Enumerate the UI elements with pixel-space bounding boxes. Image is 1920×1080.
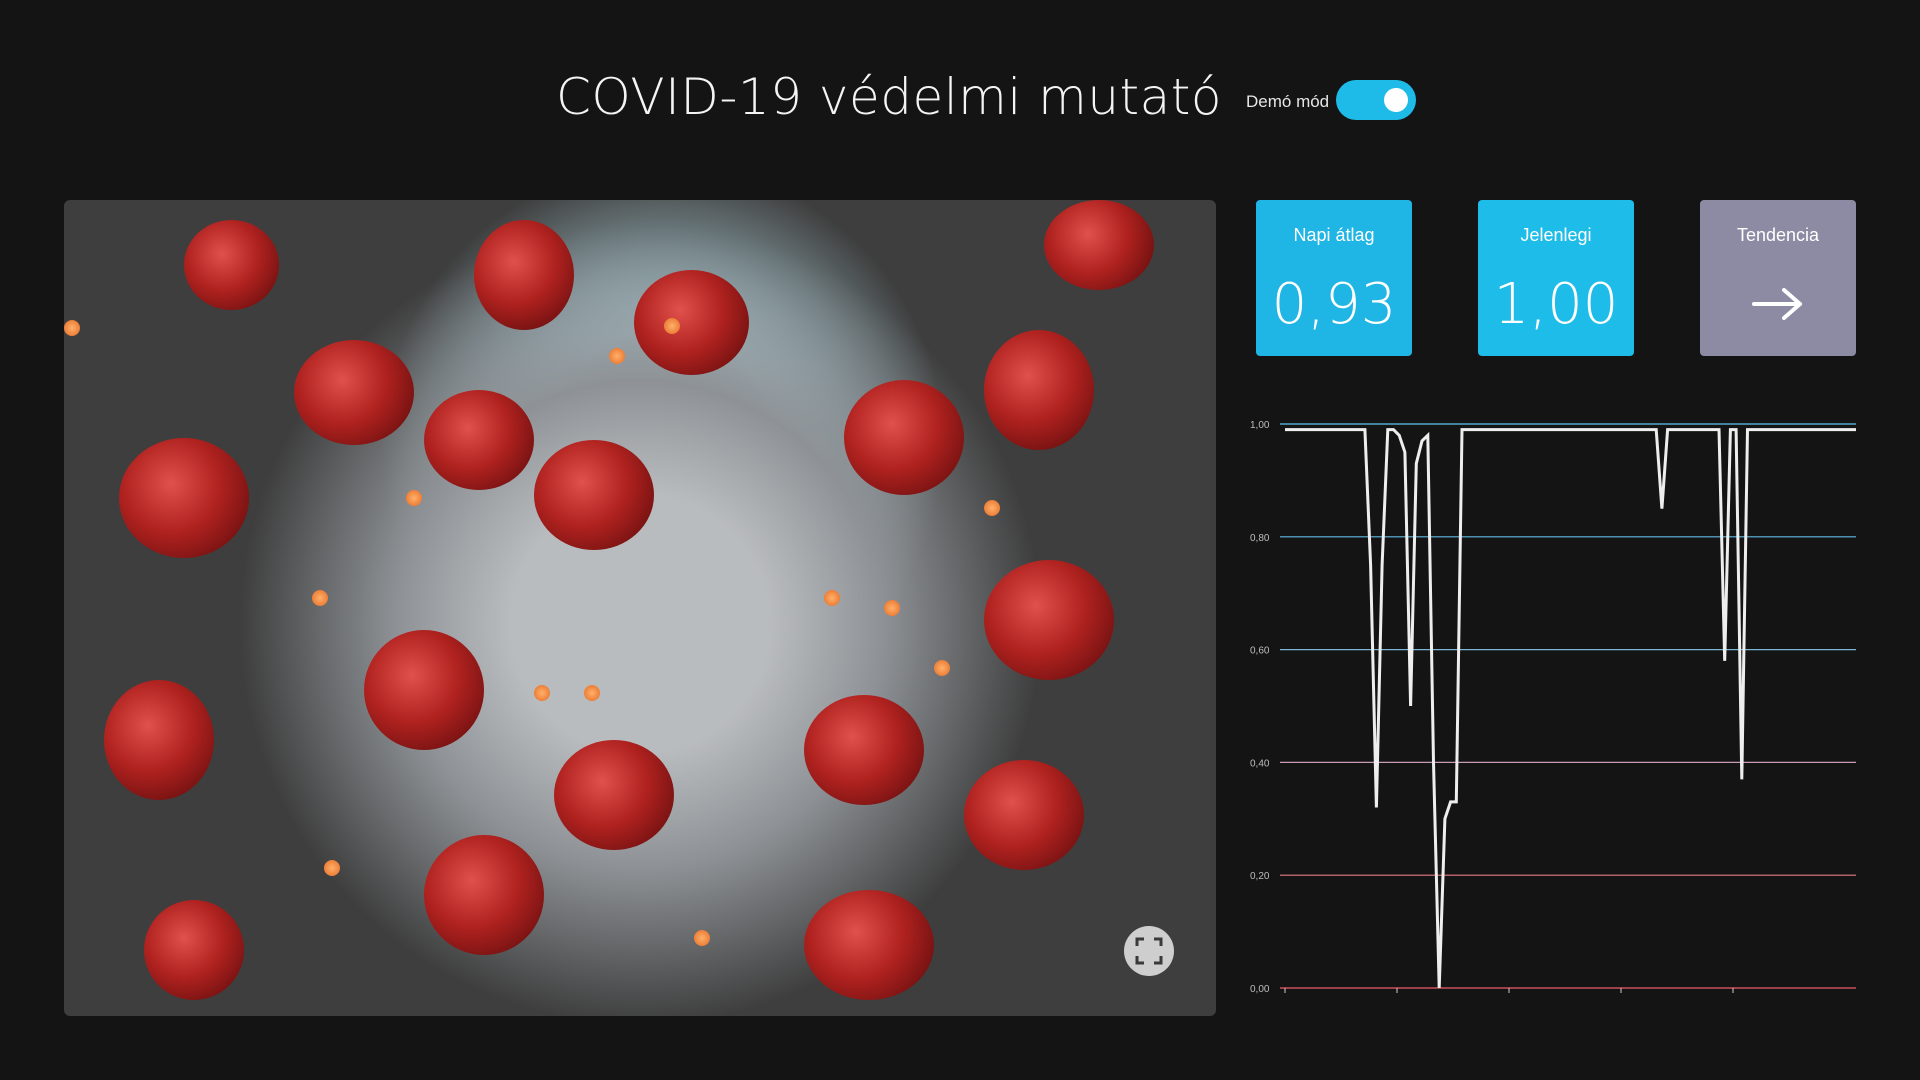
membrane-spot <box>884 600 900 616</box>
expand-icon <box>1135 937 1163 965</box>
membrane-spot <box>584 685 600 701</box>
card-label: Tendencia <box>1736 225 1820 245</box>
arrow-right-icon <box>1752 288 1802 320</box>
protection-chart: 1,00 0,80 0,60 0,40 0,20 0,00 <box>1250 420 1856 995</box>
spike-protein <box>554 740 674 850</box>
card-value: 0,93 <box>1271 272 1397 337</box>
y-tick-label: 0,60 <box>1250 646 1270 657</box>
spike-protein <box>984 330 1094 450</box>
card-label: Jelenlegi <box>1520 225 1592 245</box>
spike-protein <box>1044 200 1154 290</box>
y-tick-label: 0,00 <box>1250 984 1270 995</box>
spike-protein <box>984 560 1114 680</box>
trend-card: Tendencia <box>1700 200 1856 356</box>
y-tick-label: 1,00 <box>1250 420 1270 431</box>
membrane-spot <box>534 685 550 701</box>
chart-grid: 1,00 0,80 0,60 0,40 0,20 0,00 <box>1250 420 1856 995</box>
membrane-spot <box>312 590 328 606</box>
virus-image-panel <box>64 200 1216 1016</box>
spike-protein <box>184 220 279 310</box>
spike-protein <box>424 390 534 490</box>
page-title: COVID-19 védelmi mutató <box>556 68 1222 126</box>
membrane-spot <box>984 500 1000 516</box>
chart-x-ticks <box>1284 988 1734 993</box>
spike-protein <box>804 695 924 805</box>
demo-mode-label: Demó mód <box>1246 92 1330 111</box>
y-tick-label: 0,40 <box>1250 758 1270 769</box>
spike-protein <box>534 440 654 550</box>
spike-protein <box>474 220 574 330</box>
spike-protein <box>634 270 749 375</box>
membrane-spot <box>824 590 840 606</box>
fullscreen-button[interactable] <box>1124 926 1174 976</box>
spike-protein <box>144 900 244 1000</box>
spike-protein <box>964 760 1084 870</box>
card-value: 1,00 <box>1493 272 1619 337</box>
spike-protein <box>104 680 214 800</box>
spike-protein <box>294 340 414 445</box>
demo-mode-toggle[interactable] <box>1336 80 1416 120</box>
membrane-spot <box>609 348 625 364</box>
current-value-card: Jelenlegi 1,00 <box>1478 200 1634 356</box>
membrane-spot <box>406 490 422 506</box>
y-tick-label: 0,80 <box>1250 533 1270 544</box>
spike-protein <box>119 438 249 558</box>
membrane-spot <box>324 860 340 876</box>
daily-average-card: Napi átlag 0,93 <box>1256 200 1412 356</box>
spike-protein <box>844 380 964 495</box>
spike-protein <box>804 890 934 1000</box>
toggle-knob <box>1384 88 1408 112</box>
spike-protein <box>364 630 484 750</box>
card-label: Napi átlag <box>1293 225 1375 245</box>
membrane-spot <box>64 320 80 336</box>
spike-protein <box>424 835 544 955</box>
membrane-spot <box>664 318 680 334</box>
header: COVID-19 védelmi mutató Demó mód <box>0 60 1920 140</box>
membrane-spot <box>694 930 710 946</box>
y-tick-label: 0,20 <box>1250 871 1270 882</box>
chart-series-line <box>1285 428 1856 989</box>
membrane-spot <box>934 660 950 676</box>
